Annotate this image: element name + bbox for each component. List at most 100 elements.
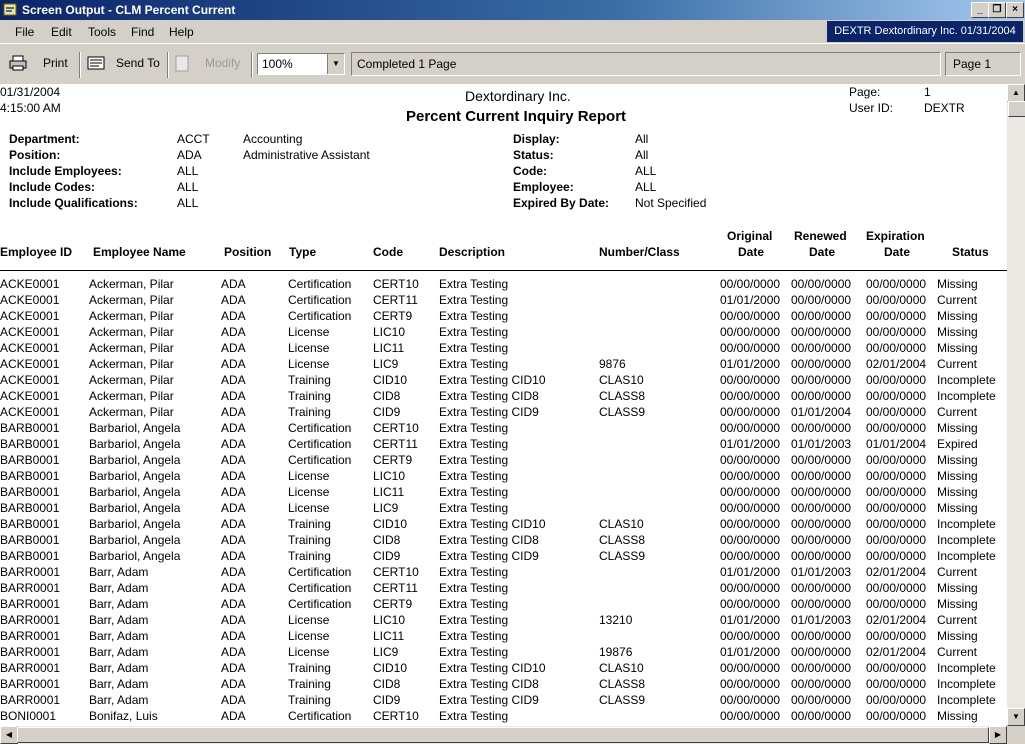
col-type: Type bbox=[289, 245, 317, 259]
horizontal-scrollbar[interactable]: ◀ ▶ bbox=[0, 726, 1007, 744]
cell-original-date: 00/00/0000 bbox=[720, 693, 781, 707]
cell-employee-id: ACKE0001 bbox=[0, 309, 60, 323]
cell-code: CERT10 bbox=[373, 709, 419, 723]
cell-status: Incomplete bbox=[937, 389, 996, 403]
cell-original-date: 00/00/0000 bbox=[720, 661, 781, 675]
cell-original-date: 00/00/0000 bbox=[720, 517, 781, 531]
cell-original-date: 00/00/0000 bbox=[720, 709, 781, 723]
cell-code: CID9 bbox=[373, 693, 401, 707]
scroll-up-icon[interactable]: ▲ bbox=[1007, 84, 1025, 102]
title-bar[interactable]: Screen Output - CLM Percent Current _ ❐ … bbox=[0, 0, 1025, 20]
table-row: ACKE0001 Ackerman, Pilar ADA Certification C… bbox=[0, 309, 1007, 325]
cell-type: Certification bbox=[288, 277, 352, 291]
horizontal-scroll-thumb[interactable] bbox=[17, 727, 989, 743]
cell-employee-id: BARR0001 bbox=[0, 597, 61, 611]
cell-position: ADA bbox=[221, 325, 246, 339]
restore-button[interactable]: ❐ bbox=[988, 2, 1006, 18]
cell-position: ADA bbox=[221, 693, 246, 707]
menu-help[interactable]: Help bbox=[169, 25, 194, 39]
cell-renewed-date: 00/00/0000 bbox=[791, 341, 852, 355]
cell-renewed-date: 00/00/0000 bbox=[791, 549, 852, 563]
status-text: Completed 1 Page bbox=[357, 57, 457, 71]
printer-icon[interactable] bbox=[9, 55, 27, 71]
cell-employee-id: ACKE0001 bbox=[0, 405, 60, 419]
cell-status: Missing bbox=[937, 597, 978, 611]
page-indicator: Page 1 bbox=[945, 52, 1021, 76]
print-button[interactable]: Print bbox=[43, 56, 68, 70]
cell-description: Extra Testing bbox=[439, 565, 509, 579]
menu-file[interactable]: File bbox=[15, 25, 34, 39]
cell-number-class: 9876 bbox=[599, 357, 626, 371]
table-row: ACKE0001 Ackerman, Pilar ADA Training CID8 Ex… bbox=[0, 389, 1007, 405]
minimize-button[interactable]: _ bbox=[971, 2, 989, 18]
col-original: Original bbox=[727, 229, 773, 243]
table-row: ACKE0001 Ackerman, Pilar ADA License LIC9 Ext… bbox=[0, 357, 1007, 373]
cell-description: Extra Testing bbox=[439, 277, 509, 291]
header-divider bbox=[0, 270, 1007, 271]
cell-status: Missing bbox=[937, 309, 978, 323]
report-view[interactable]: 01/31/2004 4:15:00 AM Dextordinary Inc. … bbox=[0, 84, 1007, 726]
cell-description: Extra Testing bbox=[439, 421, 509, 435]
cell-type: Certification bbox=[288, 581, 352, 595]
cell-employee-name: Bonifaz, Luis bbox=[89, 709, 158, 723]
close-button[interactable]: × bbox=[1006, 2, 1024, 18]
filter-value: ALL bbox=[635, 180, 657, 194]
zoom-select[interactable]: 100% ▼ bbox=[257, 53, 345, 75]
cell-position: ADA bbox=[221, 421, 246, 435]
cell-code: CERT10 bbox=[373, 565, 419, 579]
cell-type: Training bbox=[288, 405, 331, 419]
cell-status: Current bbox=[937, 357, 978, 371]
send-to-icon[interactable] bbox=[87, 55, 105, 71]
cell-original-date: 00/00/0000 bbox=[720, 581, 781, 595]
cell-employee-name: Barbariol, Angela bbox=[89, 501, 181, 515]
cell-status: Missing bbox=[937, 469, 978, 483]
cell-expiration-date: 02/01/2004 bbox=[866, 645, 927, 659]
scroll-left-icon[interactable]: ◀ bbox=[0, 726, 18, 744]
cell-code: CERT10 bbox=[373, 277, 419, 291]
page-indicator-text: Page 1 bbox=[953, 57, 992, 71]
vertical-scrollbar[interactable]: ▲ ▼ bbox=[1007, 84, 1025, 726]
scroll-right-icon[interactable]: ▶ bbox=[989, 726, 1007, 744]
col-expiration-date: Date bbox=[884, 245, 911, 259]
table-row: BARB0001 Barbariol, Angela ADA License LIC10… bbox=[0, 469, 1007, 485]
menu-find[interactable]: Find bbox=[131, 25, 154, 39]
col-code: Code bbox=[373, 245, 403, 259]
table-row: ACKE0001 Ackerman, Pilar ADA Training CID10 E… bbox=[0, 373, 1007, 389]
cell-employee-id: ACKE0001 bbox=[0, 373, 60, 387]
cell-employee-name: Ackerman, Pilar bbox=[89, 309, 174, 323]
modify-button[interactable]: Modify bbox=[205, 56, 240, 70]
cell-description: Extra Testing CID8 bbox=[439, 389, 539, 403]
scroll-down-icon[interactable]: ▼ bbox=[1007, 708, 1025, 726]
filter-label: Position: bbox=[9, 148, 61, 162]
cell-renewed-date: 00/00/0000 bbox=[791, 453, 852, 467]
cell-code: LIC10 bbox=[373, 469, 406, 483]
chevron-down-icon[interactable]: ▼ bbox=[327, 54, 344, 74]
cell-position: ADA bbox=[221, 517, 246, 531]
cell-type: License bbox=[288, 485, 330, 499]
cell-number-class: CLASS9 bbox=[599, 693, 646, 707]
cell-original-date: 01/01/2000 bbox=[720, 645, 781, 659]
menu-edit[interactable]: Edit bbox=[51, 25, 72, 39]
send-to-button[interactable]: Send To bbox=[116, 56, 160, 70]
cell-employee-name: Ackerman, Pilar bbox=[89, 277, 174, 291]
cell-code: CID8 bbox=[373, 533, 401, 547]
vertical-scroll-thumb[interactable] bbox=[1008, 101, 1025, 117]
cell-employee-id: BARR0001 bbox=[0, 693, 61, 707]
cell-employee-name: Barr, Adam bbox=[89, 597, 149, 611]
cell-status: Current bbox=[937, 405, 978, 419]
cell-type: License bbox=[288, 357, 330, 371]
cell-description: Extra Testing bbox=[439, 293, 509, 307]
toolbar: Print Send To Modify 100% ▼ Completed 1 … bbox=[0, 43, 1025, 85]
filter-code: ACCT bbox=[177, 132, 210, 146]
table-row: ACKE0001 Ackerman, Pilar ADA Certification C… bbox=[0, 277, 1007, 293]
cell-code: CID10 bbox=[373, 661, 408, 675]
cell-type: License bbox=[288, 613, 330, 627]
report-title: Percent Current Inquiry Report bbox=[406, 108, 627, 125]
cell-description: Extra Testing bbox=[439, 309, 509, 323]
menu-tools[interactable]: Tools bbox=[88, 25, 116, 39]
cell-status: Missing bbox=[937, 277, 978, 291]
modify-icon[interactable] bbox=[175, 55, 189, 72]
cell-number-class: 19876 bbox=[599, 645, 633, 659]
cell-original-date: 00/00/0000 bbox=[720, 597, 781, 611]
cell-employee-name: Ackerman, Pilar bbox=[89, 341, 174, 355]
